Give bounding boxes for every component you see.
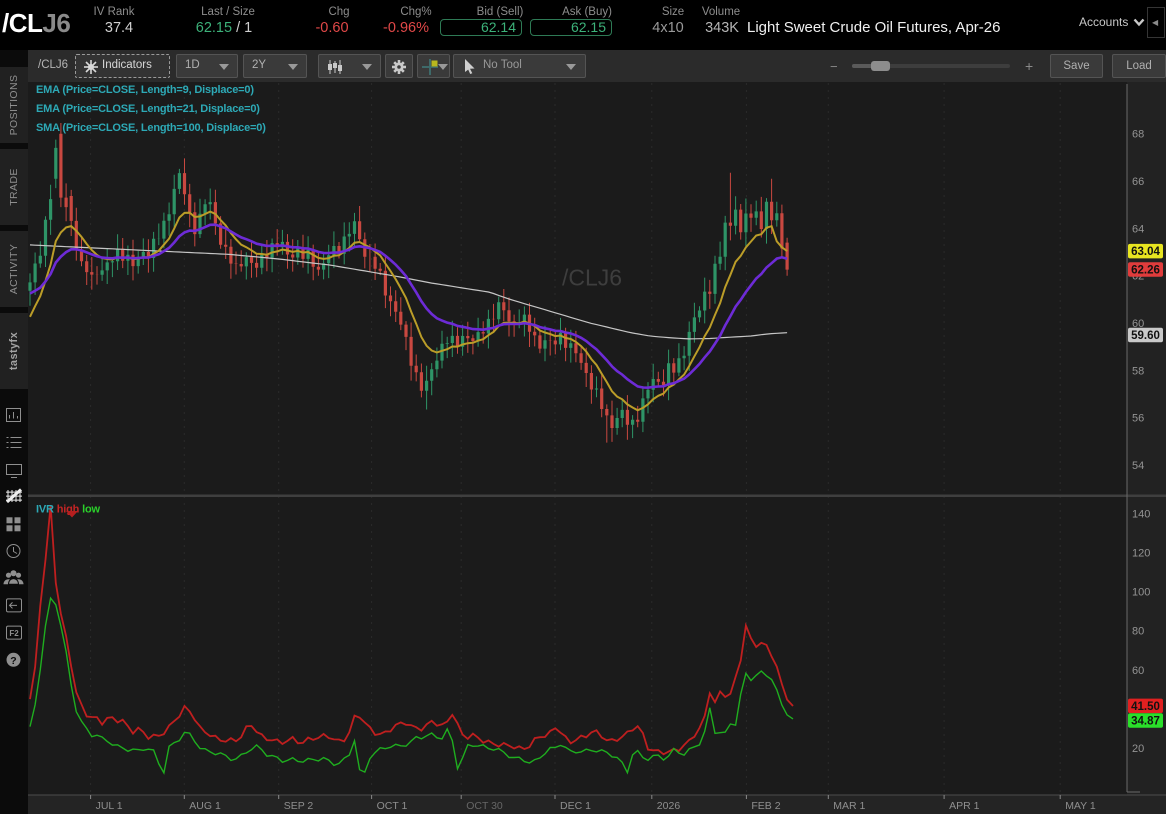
svg-text:41.50: 41.50 xyxy=(1131,701,1160,713)
svg-text:SMA (Price=CLOSE, Length=100,: SMA (Price=CLOSE, Length=100, Displace=0… xyxy=(36,122,266,134)
svg-text:58: 58 xyxy=(1132,365,1144,377)
svg-text:59.60: 59.60 xyxy=(1131,330,1160,342)
svg-text:MAR 1: MAR 1 xyxy=(833,800,865,812)
svg-text:56: 56 xyxy=(1132,413,1144,425)
svg-text:34.87: 34.87 xyxy=(1131,716,1160,728)
svg-text:140: 140 xyxy=(1132,508,1150,520)
svg-text:AUG 1: AUG 1 xyxy=(189,800,221,812)
svg-text:62.26: 62.26 xyxy=(1131,265,1160,277)
svg-text:SEP 2: SEP 2 xyxy=(284,800,314,812)
svg-text:EMA (Price=CLOSE, Length=21, D: EMA (Price=CLOSE, Length=21, Displace=0) xyxy=(36,103,260,115)
svg-text:DEC 1: DEC 1 xyxy=(560,800,591,812)
svg-text:FEB 2: FEB 2 xyxy=(751,800,780,812)
svg-text:OCT 1: OCT 1 xyxy=(377,800,408,812)
svg-text:54: 54 xyxy=(1132,460,1144,472)
svg-text:F2: F2 xyxy=(9,629,19,638)
svg-text:120: 120 xyxy=(1132,548,1150,560)
svg-text:63.04: 63.04 xyxy=(1131,246,1160,258)
svg-text:EMA (Price=CLOSE, Length=9, Di: EMA (Price=CLOSE, Length=9, Displace=0) xyxy=(36,84,254,96)
svg-text:68: 68 xyxy=(1132,129,1144,141)
svg-text:100: 100 xyxy=(1132,587,1150,599)
svg-text:20: 20 xyxy=(1132,743,1144,755)
svg-text:MAY 1: MAY 1 xyxy=(1065,800,1096,812)
svg-text:?: ? xyxy=(10,655,16,667)
svg-text:64: 64 xyxy=(1132,223,1144,235)
svg-text:80: 80 xyxy=(1132,626,1144,638)
svg-text:JUL 1: JUL 1 xyxy=(96,800,123,812)
svg-text:60: 60 xyxy=(1132,665,1144,677)
svg-text:OCT 30: OCT 30 xyxy=(466,800,503,812)
svg-text:APR 1: APR 1 xyxy=(949,800,980,812)
svg-text:/CLJ6: /CLJ6 xyxy=(562,265,622,291)
svg-text:2026: 2026 xyxy=(657,800,681,812)
svg-text:IVR high low: IVR high low xyxy=(36,504,100,516)
svg-text:66: 66 xyxy=(1132,176,1144,188)
